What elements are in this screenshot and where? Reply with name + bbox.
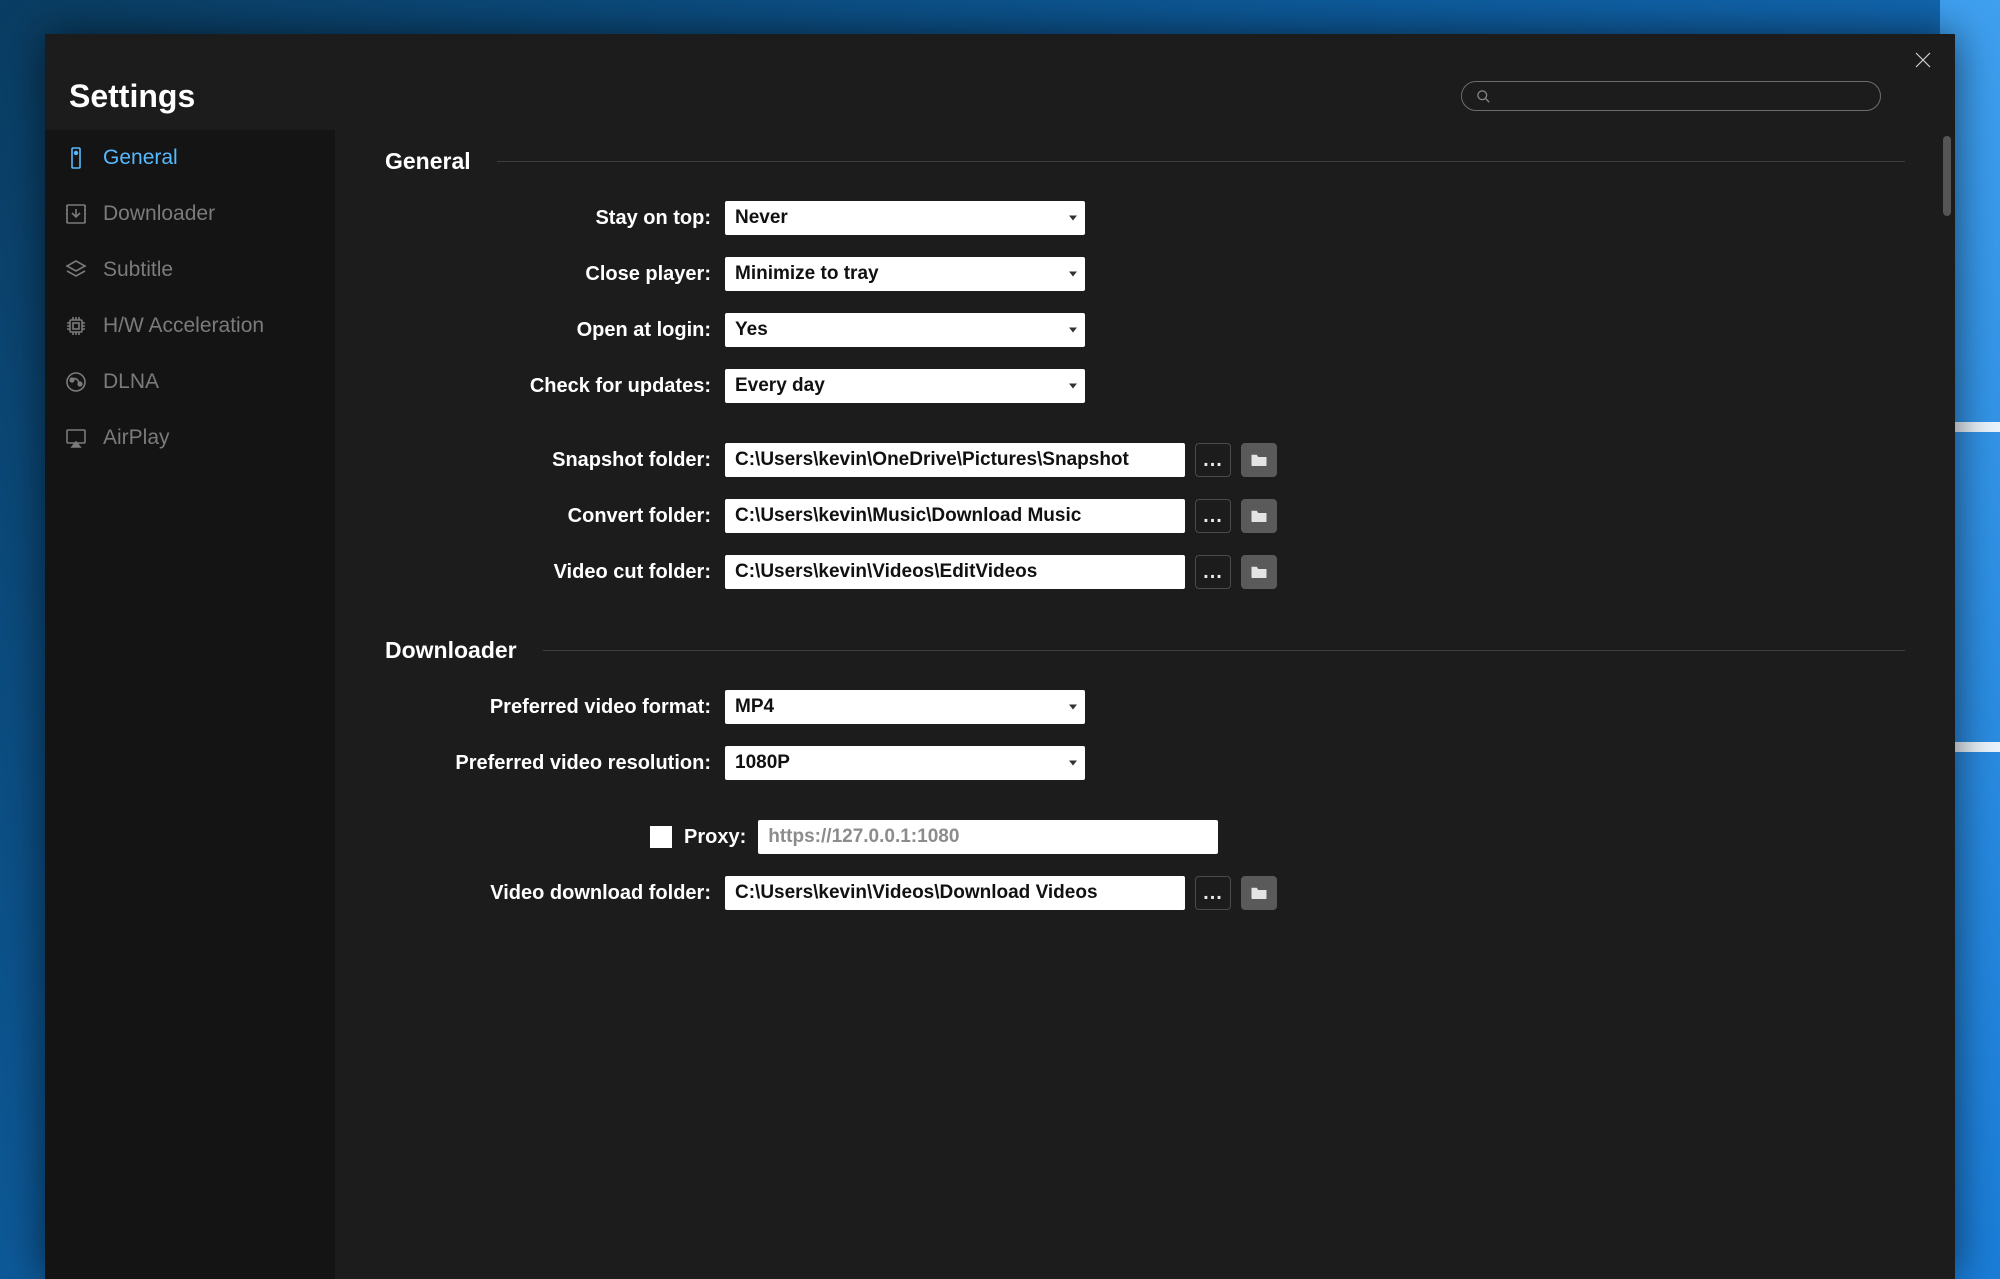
- sidebar-item-label: DLNA: [103, 370, 159, 394]
- chevron-down-icon: [1069, 216, 1077, 221]
- select-stay-on-top[interactable]: Never: [725, 201, 1085, 235]
- sidebar-item-general[interactable]: General: [45, 130, 335, 186]
- settings-sidebar: General Downloader Subtitle H/W Accelera…: [45, 130, 335, 1279]
- search-icon: [1476, 89, 1491, 104]
- open-folder-button[interactable]: [1241, 499, 1277, 533]
- row-preferred-video-format: Preferred video format: MP4: [385, 690, 1905, 724]
- sidebar-item-subtitle[interactable]: Subtitle: [45, 242, 335, 298]
- chevron-down-icon: [1069, 384, 1077, 389]
- downloader-icon: [63, 201, 89, 227]
- dialog-header: Settings: [45, 34, 1955, 130]
- select-preferred-video-resolution[interactable]: 1080P: [725, 746, 1085, 780]
- label-check-for-updates: Check for updates:: [385, 375, 725, 398]
- sidebar-item-downloader[interactable]: Downloader: [45, 186, 335, 242]
- label-video-download-folder: Video download folder:: [385, 882, 725, 905]
- chevron-down-icon: [1069, 761, 1077, 766]
- section-heading-general: General: [385, 148, 1905, 175]
- section-heading-downloader: Downloader: [385, 637, 1905, 664]
- open-folder-button[interactable]: [1241, 555, 1277, 589]
- browse-button[interactable]: ...: [1195, 443, 1231, 477]
- label-video-cut-folder: Video cut folder:: [385, 561, 725, 584]
- label-preferred-video-resolution: Preferred video resolution:: [385, 752, 725, 775]
- open-folder-button[interactable]: [1241, 876, 1277, 910]
- select-check-for-updates[interactable]: Every day: [725, 369, 1085, 403]
- row-proxy: Proxy:: [385, 820, 1905, 854]
- close-icon: [1915, 52, 1931, 68]
- settings-content[interactable]: General Stay on top: Never Close player:…: [335, 130, 1955, 1279]
- row-snapshot-folder: Snapshot folder: ...: [385, 443, 1905, 477]
- label-proxy: Proxy:: [684, 826, 746, 849]
- row-open-at-login: Open at login: Yes: [385, 313, 1905, 347]
- browse-button[interactable]: ...: [1195, 555, 1231, 589]
- sidebar-item-label: AirPlay: [103, 426, 170, 450]
- folder-icon: [1250, 885, 1268, 901]
- label-convert-folder: Convert folder:: [385, 505, 725, 528]
- sidebar-item-label: H/W Acceleration: [103, 314, 264, 338]
- close-button[interactable]: [1909, 46, 1937, 74]
- row-video-download-folder: Video download folder: ...: [385, 876, 1905, 910]
- label-open-at-login: Open at login:: [385, 319, 725, 342]
- proxy-input[interactable]: [768, 826, 1208, 848]
- row-preferred-video-resolution: Preferred video resolution: 1080P: [385, 746, 1905, 780]
- sidebar-item-dlna[interactable]: DLNA: [45, 354, 335, 410]
- sidebar-item-label: Downloader: [103, 202, 215, 226]
- sidebar-item-label: General: [103, 146, 178, 170]
- search-input[interactable]: [1499, 88, 1866, 104]
- browse-button[interactable]: ...: [1195, 499, 1231, 533]
- folder-icon: [1250, 508, 1268, 524]
- subtitle-icon: [63, 257, 89, 283]
- chevron-down-icon: [1069, 705, 1077, 710]
- proxy-checkbox[interactable]: [650, 826, 672, 848]
- open-folder-button[interactable]: [1241, 443, 1277, 477]
- field-snapshot-folder[interactable]: [725, 443, 1185, 477]
- search-box[interactable]: [1461, 81, 1881, 111]
- row-stay-on-top: Stay on top: Never: [385, 201, 1905, 235]
- folder-icon: [1250, 564, 1268, 580]
- settings-general-icon: [63, 145, 89, 171]
- select-preferred-video-format[interactable]: MP4: [725, 690, 1085, 724]
- row-convert-folder: Convert folder: ...: [385, 499, 1905, 533]
- dlna-icon: [63, 369, 89, 395]
- folder-icon: [1250, 452, 1268, 468]
- field-convert-folder[interactable]: [725, 499, 1185, 533]
- label-close-player: Close player:: [385, 263, 725, 286]
- browse-button[interactable]: ...: [1195, 876, 1231, 910]
- row-check-for-updates: Check for updates: Every day: [385, 369, 1905, 403]
- label-preferred-video-format: Preferred video format:: [385, 696, 725, 719]
- field-video-download-folder[interactable]: [725, 876, 1185, 910]
- label-snapshot-folder: Snapshot folder:: [385, 449, 725, 472]
- field-proxy[interactable]: [758, 820, 1218, 854]
- sidebar-item-hw-acceleration[interactable]: H/W Acceleration: [45, 298, 335, 354]
- field-video-cut-folder[interactable]: [725, 555, 1185, 589]
- row-video-cut-folder: Video cut folder: ...: [385, 555, 1905, 589]
- chevron-down-icon: [1069, 328, 1077, 333]
- select-open-at-login[interactable]: Yes: [725, 313, 1085, 347]
- page-title: Settings: [69, 78, 195, 115]
- chip-icon: [63, 313, 89, 339]
- chevron-down-icon: [1069, 272, 1077, 277]
- sidebar-item-airplay[interactable]: AirPlay: [45, 410, 335, 466]
- settings-dialog: Settings General Downloader: [45, 34, 1955, 1279]
- sidebar-item-label: Subtitle: [103, 258, 173, 282]
- row-close-player: Close player: Minimize to tray: [385, 257, 1905, 291]
- airplay-icon: [63, 425, 89, 451]
- scrollbar-thumb[interactable]: [1943, 136, 1951, 216]
- select-close-player[interactable]: Minimize to tray: [725, 257, 1085, 291]
- label-stay-on-top: Stay on top:: [385, 207, 725, 230]
